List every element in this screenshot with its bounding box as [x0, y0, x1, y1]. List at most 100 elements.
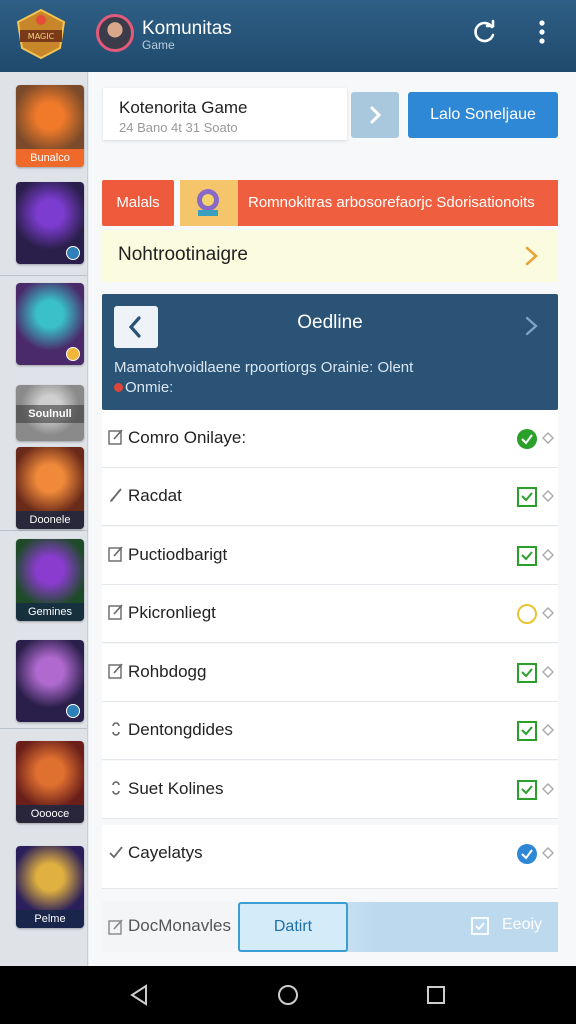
- refresh-icon[interactable]: [470, 18, 498, 46]
- user-avatar[interactable]: [96, 14, 134, 52]
- sidebar-game-thumbnail[interactable]: Ooooce: [16, 741, 84, 823]
- list-item[interactable]: Pkicronliegt: [102, 585, 558, 643]
- alert-banner[interactable]: Malals Romnokitras arbosorefaorjc Sdoris…: [102, 180, 558, 226]
- home-circle-icon[interactable]: [275, 982, 301, 1008]
- edit-icon: [108, 429, 123, 445]
- main-content: Kotenorita Game 24 Bano 4t 31 Soato Lalo…: [89, 72, 576, 966]
- edit-icon: [108, 604, 123, 620]
- game-sidebar: Bunalco Soulnull Doonele Gemines Ooooce Pelme: [0, 72, 88, 966]
- diamond-icon: [542, 666, 554, 678]
- check-circle-icon[interactable]: [516, 428, 538, 450]
- sidebar-game-thumbnail[interactable]: Gemines: [16, 539, 84, 621]
- bottom-label: DocMonavles: [128, 916, 231, 935]
- more-vertical-icon[interactable]: [530, 18, 554, 46]
- panel-body-tail: Onmie:: [125, 379, 174, 396]
- list-item-label: Comro Onilaye:: [128, 428, 247, 447]
- diamond-icon: [542, 549, 554, 561]
- page-subtitle: Game: [142, 38, 175, 52]
- sidebar-game-thumbnail[interactable]: Pelme: [16, 846, 84, 928]
- list-item-label: Dentongdides: [128, 720, 233, 739]
- chevron-right-icon: [370, 106, 382, 124]
- list-item-label: Puctiodbarigt: [128, 545, 228, 564]
- check-box-icon[interactable]: [516, 545, 538, 567]
- diamond-icon: [542, 607, 554, 619]
- alert-trophy-icon: [180, 180, 238, 226]
- svg-text:MAGIC: MAGIC: [28, 32, 55, 41]
- back-triangle-icon[interactable]: [126, 982, 152, 1008]
- list-item[interactable]: Puctiodbarigt: [102, 527, 558, 585]
- sidebar-game-caption: Ooooce: [16, 805, 84, 823]
- sidebar-game-caption: Gemines: [16, 603, 84, 621]
- sidebar-divider: [0, 530, 87, 531]
- check-icon: [109, 846, 123, 859]
- list-item[interactable]: Comro Onilaye:: [102, 410, 558, 468]
- sidebar-game-caption: Bunalco: [16, 149, 84, 167]
- bottom-right-label[interactable]: Eeoiy: [502, 916, 542, 934]
- list-item-label: Pkicronliegt: [128, 603, 216, 622]
- globe-badge-icon: [66, 704, 80, 718]
- list-item-label: Rohbdogg: [128, 662, 207, 681]
- sidebar-divider: [0, 728, 87, 729]
- link-icon: [112, 722, 120, 736]
- default-button[interactable]: Datirt: [238, 902, 348, 952]
- sidebar-game-thumbnail[interactable]: Doonele: [16, 447, 84, 529]
- edit-icon: [108, 919, 123, 935]
- diamond-icon: [542, 490, 554, 502]
- pen-icon: [110, 488, 122, 502]
- sidebar-game-thumbnail[interactable]: [16, 640, 84, 722]
- alert-message: Romnokitras arbosorefaorjc Sdorisationoi…: [238, 180, 558, 226]
- game-meta: 24 Bano 4t 31 Soato: [119, 120, 238, 135]
- chevron-right-icon: [525, 246, 538, 266]
- chevron-right-icon[interactable]: [520, 312, 544, 340]
- edit-icon: [108, 663, 123, 679]
- list-item[interactable]: Cayelatys: [102, 825, 558, 889]
- check-box-icon[interactable]: [516, 720, 538, 742]
- panel-title: Oedline: [297, 312, 363, 333]
- checkbox-icon[interactable]: [470, 916, 490, 936]
- list-item-label: Racdat: [128, 486, 182, 505]
- diamond-icon: [542, 724, 554, 736]
- sidebar-game-caption: Doonele: [16, 511, 84, 529]
- notice-row[interactable]: Nohtrootinaigre: [102, 230, 558, 282]
- sidebar-divider: [0, 275, 87, 276]
- notice-text: Nohtrootinaigre: [118, 244, 248, 265]
- sidebar-game-thumbnail[interactable]: Soulnull: [16, 385, 84, 441]
- list-item-label: Cayelatys: [128, 843, 203, 862]
- online-panel: Oedline Mamatohvoidlaene rpoortiorgs Ora…: [102, 294, 558, 410]
- system-nav-bar: [0, 966, 576, 1024]
- recents-square-icon[interactable]: [423, 982, 449, 1008]
- sidebar-game-thumbnail[interactable]: [16, 283, 84, 365]
- diamond-icon: [542, 847, 554, 859]
- game-title: Kotenorita Game: [119, 98, 248, 117]
- list-item-label: Suet Kolines: [128, 779, 224, 798]
- panel-description: Mamatohvoidlaene rpoortiorgs Orainie: Ol…: [114, 358, 546, 398]
- page-title: Komunitas: [142, 18, 232, 39]
- coin-badge-icon: [66, 347, 80, 361]
- diamond-icon: [542, 432, 554, 444]
- list-item[interactable]: Dentongdides: [102, 702, 558, 760]
- primary-action-button[interactable]: Lalo Soneljaue: [408, 92, 558, 138]
- arrow-badge-icon: [66, 246, 80, 260]
- list-item[interactable]: Racdat: [102, 468, 558, 526]
- edit-icon: [108, 546, 123, 562]
- status-dot-icon: [114, 383, 123, 392]
- game-info-card[interactable]: Kotenorita Game 24 Bano 4t 31 Soato: [103, 88, 347, 140]
- next-arrow-button[interactable]: [351, 92, 399, 138]
- panel-body-text: Mamatohvoidlaene rpoortiorgs Orainie: Ol…: [114, 359, 414, 376]
- check-box-icon[interactable]: [516, 779, 538, 801]
- list-item[interactable]: Suet Kolines: [102, 761, 558, 819]
- sidebar-game-caption: Soulnull: [16, 405, 84, 423]
- check-box-icon[interactable]: [516, 662, 538, 684]
- sidebar-game-thumbnail[interactable]: [16, 182, 84, 264]
- link-icon: [112, 781, 120, 795]
- alert-tag: Malals: [102, 180, 174, 226]
- list-item[interactable]: Rohbdogg: [102, 644, 558, 702]
- pending-circle-icon[interactable]: [516, 603, 538, 625]
- diamond-icon: [542, 783, 554, 795]
- check-box-icon[interactable]: [516, 486, 538, 508]
- game-logo-icon[interactable]: MAGIC: [12, 8, 70, 60]
- sidebar-game-caption: Pelme: [16, 910, 84, 928]
- sidebar-game-thumbnail[interactable]: Bunalco: [16, 85, 84, 167]
- check-circle-icon[interactable]: [516, 843, 538, 865]
- app-header: MAGIC Komunitas Game: [0, 0, 576, 72]
